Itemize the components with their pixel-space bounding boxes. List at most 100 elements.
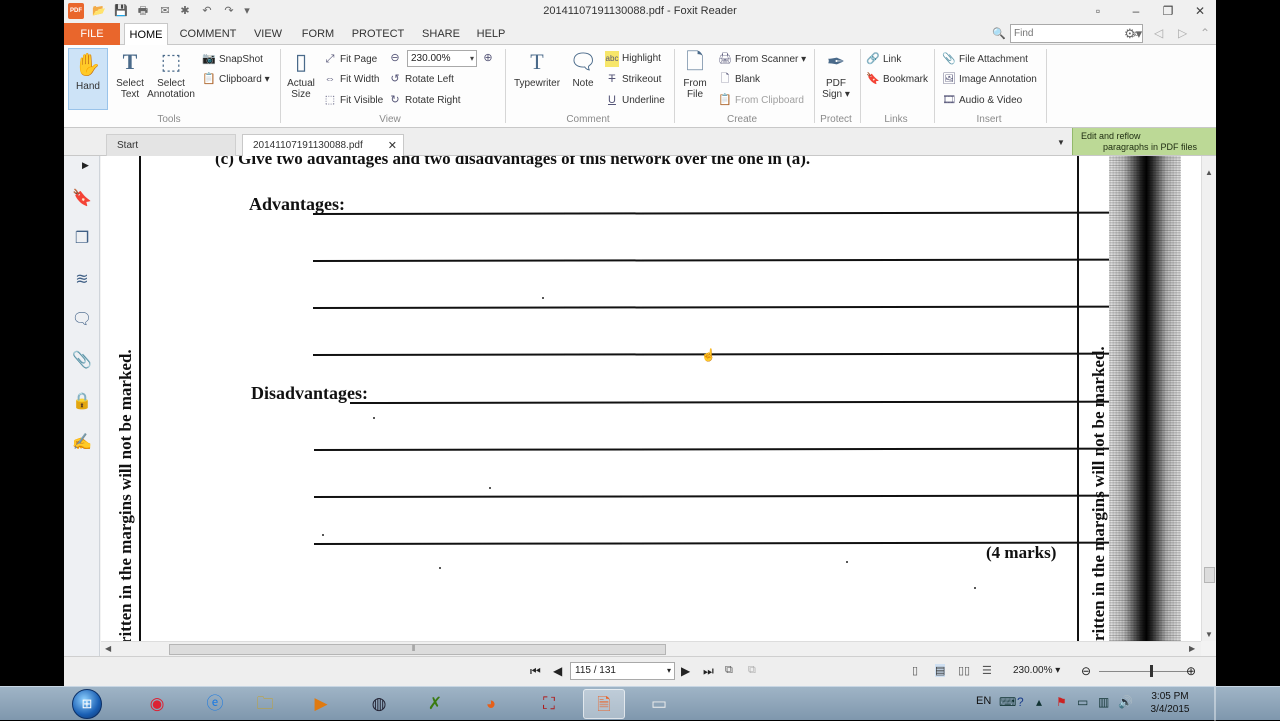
strikeout-button[interactable]: T Strikeout [605,71,662,87]
previous-page-icon[interactable]: ◀ [553,664,562,678]
chevron-down-icon[interactable]: ▼ [1057,138,1065,147]
highlight-button[interactable]: abc Highlight [605,51,661,67]
tray-expand-icon[interactable]: ▴ [1036,695,1042,709]
close-icon[interactable]: ✕ [388,135,397,157]
acrobat-icon[interactable]: ⛶ [528,689,570,719]
firefox-icon[interactable]: ◕ [470,689,512,719]
minimize-button[interactable]: ‒ [1124,2,1148,20]
audio-video-button[interactable]: 🎞 Audio & Video [942,92,1022,108]
facing-page-icon[interactable]: ▯▯ [958,664,970,677]
fit-width-button[interactable]: ⇔ Fit Width [323,71,380,87]
last-page-icon[interactable]: ⏭ [703,664,714,679]
tab-help[interactable]: HELP [472,23,510,45]
keyboard-icon[interactable]: ⌨ [999,695,1016,709]
zoom-in-button[interactable]: ⊕ [481,50,498,66]
fit-visible-button[interactable]: ⬚ Fit Visible [323,92,383,108]
previous-view-icon[interactable]: ⧉ [725,664,733,677]
corel-icon[interactable]: ✗ [414,689,456,719]
next-view-icon[interactable]: ⧉ [748,664,756,677]
gear-icon[interactable]: ⚙▾ [1124,26,1142,42]
zoom-out-button[interactable]: ⊖ [388,50,405,66]
first-page-icon[interactable]: ⏮ [530,664,541,679]
find-options-icon[interactable]: 🔍 [992,27,1006,41]
forward-arrow-icon[interactable]: ▷ [1178,26,1187,40]
continuous-facing-icon[interactable]: ☰ [982,664,992,677]
close-button[interactable]: ✕ [1188,2,1212,20]
next-page-icon[interactable]: ▶ [681,664,690,678]
bookmark-button[interactable]: 🔖 Bookmark [866,71,928,87]
scroll-right-icon[interactable]: ▶ [1189,644,1195,653]
help-window-icon[interactable]: ▫ [1086,2,1110,20]
flag-icon[interactable]: ⚑ [1056,695,1067,709]
continuous-page-icon[interactable]: ▤ [935,664,946,677]
language-indicator[interactable]: EN [976,695,991,707]
tab-comment[interactable]: COMMENT [176,23,240,45]
collapse-ribbon-icon[interactable]: ⌃ [1200,26,1210,40]
actual-size-button[interactable]: ▯ Actual Size [284,48,318,100]
foxit-icon[interactable]: 🗎 [583,689,625,719]
tab-current-document[interactable]: 20141107191130088.pdf ✕ [242,134,404,156]
clipboard-button[interactable]: 📋 Clipboard ▾ [202,71,269,87]
tab-form[interactable]: FORM [296,23,340,45]
vertical-scrollbar[interactable]: ▲ ▼ [1201,156,1216,641]
chrome-icon[interactable]: ◉ [136,689,178,719]
snapshot-button[interactable]: 📷 SnapShot [202,51,263,67]
zoom-select[interactable]: 230.00% ▾ [407,50,477,67]
rotate-right-button[interactable]: ↻ Rotate Right [388,92,460,108]
typewriter-button[interactable]: T Typewriter [510,48,564,89]
file-attachment-button[interactable]: 📎 File Attachment [942,51,1028,67]
show-desktop-button[interactable] [1214,687,1216,721]
rotate-left-button[interactable]: ↺ Rotate Left [388,71,454,87]
volume-icon[interactable]: 🔊 [1118,695,1133,709]
restore-button[interactable]: ❐ [1156,2,1180,20]
zoom-slider[interactable] [1099,671,1189,672]
find-input[interactable] [1011,25,1121,42]
clock[interactable]: 3:05 PM 3/4/2015 [1140,690,1200,716]
scroll-left-icon[interactable]: ◀ [105,644,111,653]
qq-icon[interactable]: ◍ [358,689,400,719]
fit-page-button[interactable]: ⤢ Fit Page [323,51,378,67]
zoom-in-icon[interactable]: ⊕ [1186,664,1196,678]
horizontal-scrollbar[interactable]: ◀ ⦀ ▶ [101,641,1201,656]
blank-button[interactable]: 🗋 Blank [718,71,760,87]
zoom-slider-knob[interactable] [1150,665,1153,677]
start-button[interactable]: ⊞ [72,689,102,719]
from-scanner-button[interactable]: 🖨 From Scanner ▾ [718,51,806,67]
zoom-status[interactable]: 230.00% ▾ [1013,665,1060,676]
tab-view[interactable]: VIEW [248,23,288,45]
tab-home[interactable]: HOME [124,23,168,46]
signature-panel-icon[interactable]: ✍ [71,432,93,454]
tab-protect[interactable]: PROTECT [348,23,408,45]
expand-panel-icon[interactable]: ▶ [82,160,89,171]
zoom-out-icon[interactable]: ⊖ [1081,664,1091,678]
network-icon[interactable]: ▥ [1098,695,1109,709]
horizontal-scroll-thumb[interactable]: ⦀ [169,644,666,655]
scroll-up-icon[interactable]: ▲ [1205,168,1213,177]
link-button[interactable]: 🔗 Link [866,51,901,67]
bookmark-panel-icon[interactable]: 🔖 [71,188,93,210]
image-annotation-button[interactable]: 🖼 Image Annotation [942,71,1037,87]
scroll-down-icon[interactable]: ▼ [1205,630,1213,639]
security-lock-icon[interactable]: 🔒 [71,391,93,413]
layers-panel-icon[interactable]: ≋ [71,269,93,291]
media-player-icon[interactable]: ▶ [300,689,342,719]
edit-reflow-banner[interactable]: Edit and reflow paragraphs in PDF files [1072,128,1216,155]
select-annotation-button[interactable]: ⬚ Select Annotation [146,48,196,100]
pages-panel-icon[interactable]: ❐ [71,228,93,250]
single-page-icon[interactable]: ▯ [912,664,918,677]
ie-icon[interactable]: ⓔ [194,689,236,719]
window-icon[interactable]: ▭ [638,689,680,719]
attachments-panel-icon[interactable]: 📎 [71,350,93,372]
help-icon[interactable]: ? [1017,695,1024,709]
explorer-icon[interactable]: 🗀 [244,689,286,719]
pdf-sign-button[interactable]: ✒ PDF Sign ▾ [818,48,854,100]
tab-share[interactable]: SHARE [416,23,466,45]
select-text-button[interactable]: T Select Text [110,48,150,100]
hand-tool-button[interactable]: ✋ Hand [68,48,108,110]
page-number-input[interactable]: 115 / 131 ▾ [570,662,675,680]
note-button[interactable]: 🗨 Note [567,48,599,89]
document-view[interactable]: ritten in the margins will not be marked… [101,156,1201,641]
from-file-button[interactable]: 🗋 From File [678,48,712,100]
underline-button[interactable]: U Underline [605,92,665,108]
back-arrow-icon[interactable]: ◁ [1154,26,1163,40]
